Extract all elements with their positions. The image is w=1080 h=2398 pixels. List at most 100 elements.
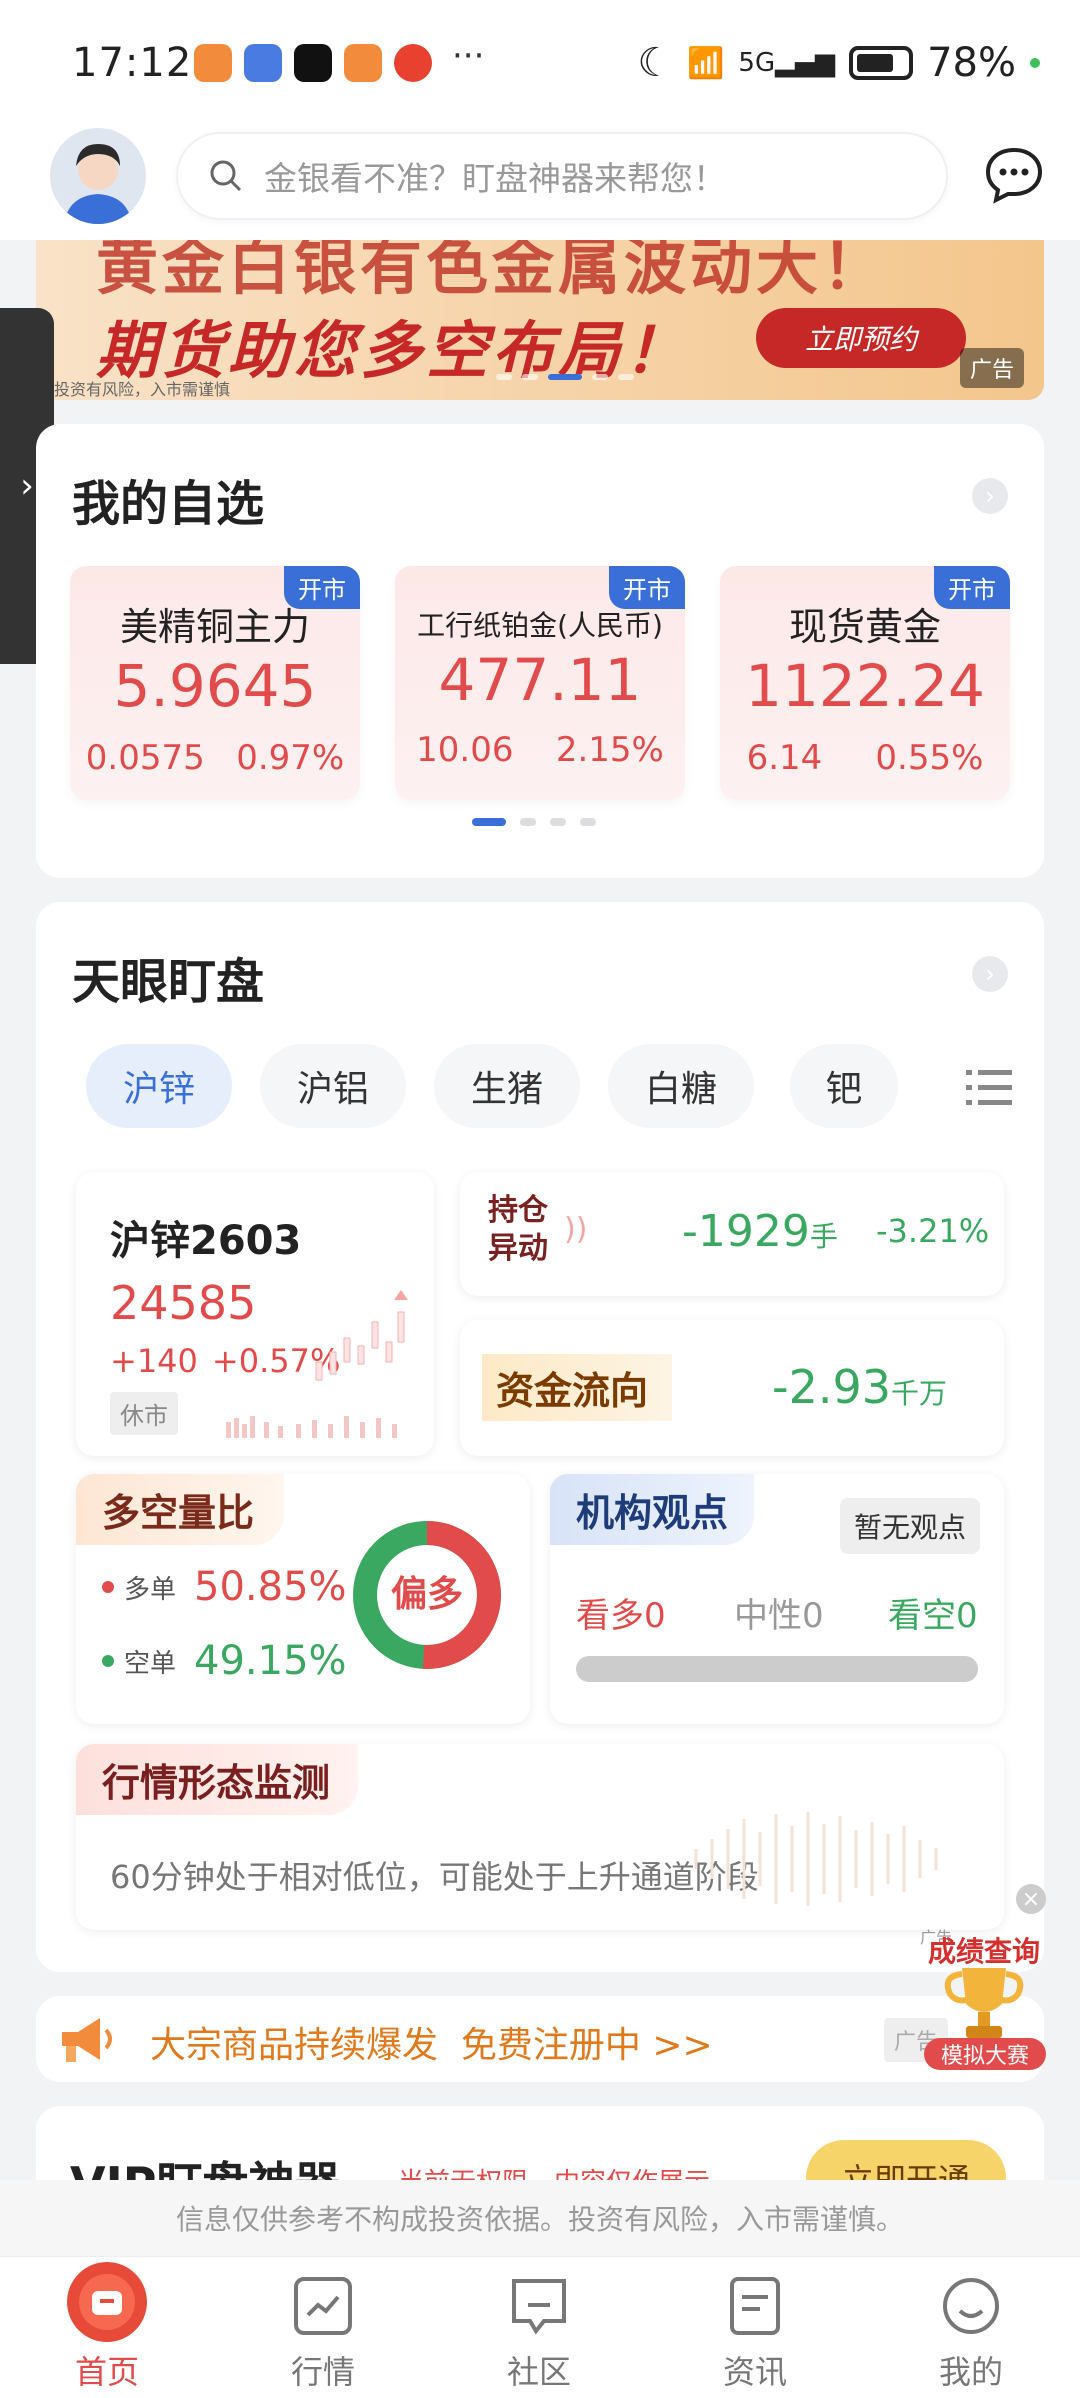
bear-count: 看空0 (888, 1596, 978, 1636)
close-icon[interactable]: × (1016, 1884, 1046, 1914)
more-notifications: ··· (452, 36, 485, 76)
pattern-monitor-box[interactable]: 行情形态监测 60分钟处于相对低位，可能处于上升通道阶段 (76, 1744, 1004, 1930)
banner-pagination (496, 374, 634, 380)
search-bar[interactable]: 金银看不准？盯盘神器来帮您！ (176, 132, 948, 220)
position-value: -1929 (682, 1206, 810, 1257)
tab-palladium[interactable]: 钯 (790, 1044, 898, 1128)
contract-change: +140 (110, 1342, 198, 1380)
tab-label: 社区 (506, 2353, 571, 2391)
message-icon[interactable] (984, 144, 1044, 204)
contract-name: 沪锌2603 (110, 1218, 302, 1264)
tab-label: 资讯 (722, 2353, 787, 2391)
fund-flow-value: -2.93 (772, 1360, 892, 1414)
position-pct: -3.21% (876, 1212, 990, 1250)
promo-text: 大宗商品持续爆发 免费注册中 >> (150, 2025, 713, 2066)
float-ad-subtitle: 模拟大赛 (924, 2038, 1046, 2070)
tab-community[interactable]: 社区 (464, 2257, 614, 2398)
sound-wave-decoration (694, 1812, 938, 1906)
monitor-title: 天眼盯盘 (72, 954, 265, 1010)
contract-quote-box[interactable]: 沪锌2603 24585 +140 +0.57% 休市 (76, 1172, 434, 1456)
promo-strip[interactable]: 大宗商品持续爆发 免费注册中 >> 广告 (36, 1996, 1044, 2082)
promo-banner[interactable]: 黄金白银有色金属波动大！ 期货助您多空布局！ 立即预约 投资有风险，入市需谨慎 … (36, 240, 1044, 400)
tab-label: 首页 (74, 2353, 139, 2391)
tab-label: 我的 (938, 2353, 1003, 2391)
pattern-text: 60分钟处于相对低位，可能处于上升通道阶段 (110, 1858, 759, 1896)
signal-icon: 5G▂▄▆ (738, 48, 836, 78)
instrument-name: 美精铜主力 (119, 605, 310, 649)
list-menu-icon[interactable] (966, 1068, 1012, 1108)
fund-flow-box[interactable]: 资金流向 -2.93 千万 (460, 1320, 1004, 1456)
sound-wave-icon: )) (564, 1212, 588, 1247)
home-icon (67, 2262, 147, 2342)
neutral-count: 中性0 (734, 1596, 824, 1636)
tab-home[interactable]: 首页 (32, 2257, 182, 2398)
megaphone-icon (56, 2010, 116, 2068)
watchlist-more-icon[interactable]: › (972, 478, 1008, 514)
short-row: 空单 49.15% (102, 1638, 347, 1684)
monitor-more-icon[interactable]: › (972, 956, 1008, 992)
weibo-icon (394, 44, 432, 82)
instrument-pct: 2.15% (555, 730, 664, 770)
long-short-ratio-box[interactable]: 多空量比 多单 50.85% 空单 49.15% 偏多 (76, 1474, 530, 1724)
ratio-center-label: 偏多 (391, 1574, 463, 1615)
app-notification-icon (194, 44, 232, 82)
fund-flow-label: 资金流向 (482, 1354, 673, 1421)
tab-news[interactable]: 资讯 (680, 2257, 830, 2398)
tab-label: 行情 (290, 2353, 355, 2391)
community-icon (512, 2279, 566, 2335)
instrument-change: 0.0575 (85, 738, 205, 778)
position-value-row: -1929 手 (682, 1206, 838, 1257)
instrument-pct: 0.55% (875, 738, 984, 778)
institution-bar (576, 1656, 978, 1682)
disclaimer: 信息仅供参考不构成投资依据。投资有风险，入市需谨慎。 (0, 2180, 1080, 2256)
watchlist-item[interactable]: 开市 工行纸铂金(人民币) 477.11 10.06 2.15% (395, 566, 685, 800)
watchlist-item[interactable]: 开市 美精铜主力 5.9645 0.0575 0.97% (70, 566, 360, 800)
institution-view-box[interactable]: 机构观点 暂无观点 看多0 中性0 看空0 (550, 1474, 1004, 1724)
long-value: 50.85% (194, 1564, 347, 1610)
short-value: 49.15% (194, 1638, 347, 1684)
trophy-icon (944, 1968, 1024, 2038)
fund-flow-value-row: -2.93 千万 (772, 1360, 947, 1414)
tab-hog[interactable]: 生猪 (434, 1044, 580, 1128)
tab-profile[interactable]: 我的 (896, 2257, 1046, 2398)
instrument-change: 10.06 (416, 730, 514, 770)
instrument-price: 1122.24 (745, 652, 985, 720)
tab-quotes[interactable]: 行情 (248, 2257, 398, 2398)
avatar[interactable] (50, 128, 146, 224)
chart-icon (294, 2277, 352, 2335)
market-closed-badge: 休市 (110, 1392, 178, 1435)
instrument-name: 工行纸铂金(人民币) (417, 609, 663, 642)
wifi-icon: 📶 (687, 45, 725, 81)
watchlist-title: 我的自选 (72, 476, 265, 532)
chevron-right-icon: › (20, 466, 34, 506)
floating-contest-ad[interactable]: 广告 成绩查询 模拟大赛 (914, 1924, 1054, 2074)
watchlist-card: 我的自选 › 开市 美精铜主力 5.9645 0.0575 0.97% 开市 工行… (36, 424, 1044, 878)
market-status-tag: 开市 (609, 566, 685, 609)
app-notification-icon (244, 44, 282, 82)
instrument-price: 477.11 (438, 646, 642, 714)
banner-risk-note: 投资有风险，入市需谨慎 (54, 380, 231, 399)
bottom-tab-bar: 首页 行情 社区 资讯 我的 (0, 2256, 1080, 2398)
privacy-dot (1030, 58, 1040, 68)
institution-title: 机构观点 (550, 1474, 755, 1545)
tab-zinc[interactable]: 沪锌 (86, 1044, 232, 1128)
tab-aluminum[interactable]: 沪铝 (260, 1044, 406, 1128)
tab-sugar[interactable]: 白糖 (608, 1044, 754, 1128)
ratio-donut: 偏多 (353, 1521, 501, 1669)
instrument-price: 5.9645 (113, 652, 317, 720)
short-dot (102, 1655, 114, 1667)
status-time: 17:12 (72, 40, 193, 86)
long-label: 多单 (124, 1574, 177, 1605)
search-placeholder: 金银看不准？盯盘神器来帮您！ (264, 159, 726, 198)
instrument-name: 现货黄金 (788, 605, 941, 649)
long-dot (102, 1581, 114, 1593)
battery-icon (849, 46, 914, 80)
monitor-card: 天眼盯盘 › 沪锌 沪铝 生猪 白糖 钯 沪锌2603 24585 +140 +… (36, 902, 1044, 1972)
watchlist-item[interactable]: 开市 现货黄金 1122.24 6.14 0.55% (720, 566, 1010, 800)
position-change-box[interactable]: 持仓 异动 )) -1929 手 -3.21% (460, 1172, 1004, 1296)
position-label: 持仓 异动 (488, 1193, 548, 1266)
instrument-change: 6.14 (746, 738, 823, 778)
pattern-title: 行情形态监测 (76, 1744, 359, 1815)
battery-percent: 78% (927, 40, 1016, 86)
banner-reserve-button[interactable]: 立即预约 (756, 308, 966, 368)
